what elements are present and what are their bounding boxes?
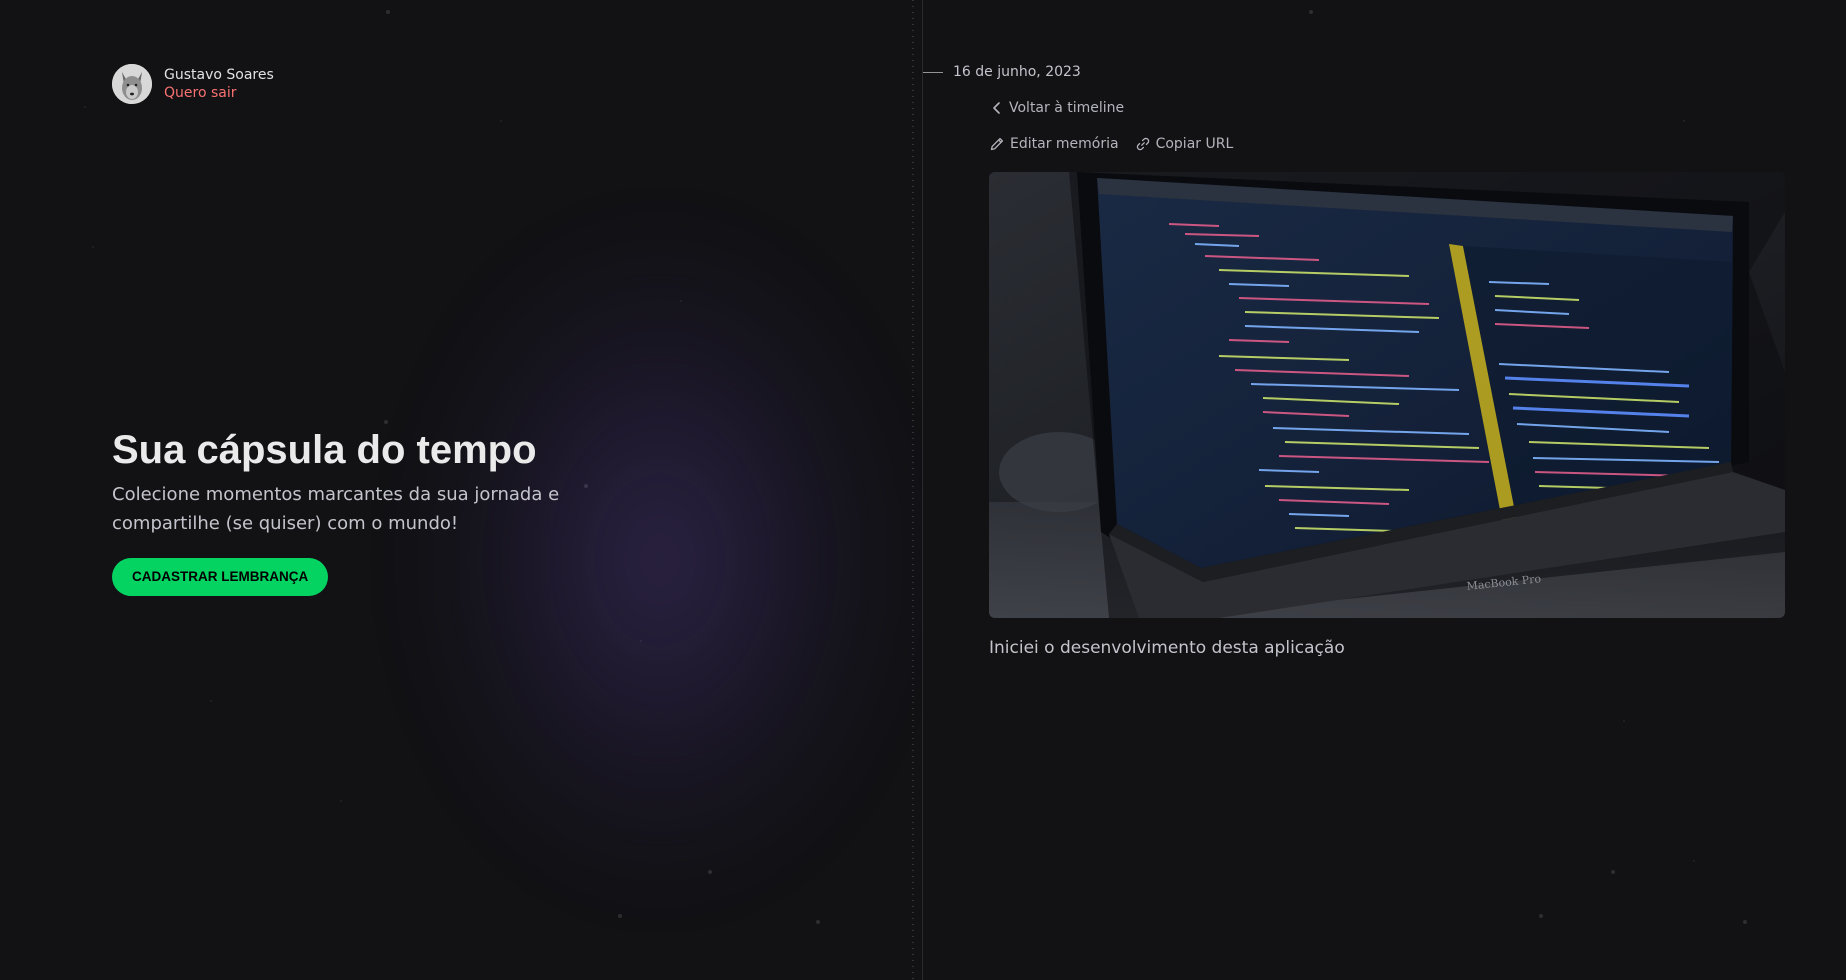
- memory-panel: 16 de junho, 2023 Voltar à timeline Edit…: [923, 0, 1846, 980]
- star: [816, 920, 820, 924]
- back-to-timeline-label: Voltar à timeline: [1009, 100, 1125, 116]
- back-to-timeline-link[interactable]: Voltar à timeline: [989, 100, 1124, 116]
- memory-image: MacBook Pro: [989, 172, 1785, 618]
- star: [340, 800, 342, 802]
- star: [1743, 920, 1747, 924]
- star: [1611, 870, 1615, 874]
- star: [1693, 860, 1695, 862]
- star: [84, 106, 86, 108]
- app-root: Gustavo Soares Quero sair Sua cápsula do…: [0, 0, 1846, 980]
- star: [386, 10, 390, 14]
- star: [584, 484, 588, 488]
- star: [1309, 10, 1313, 14]
- hero-subtitle: Colecione momentos marcantes da sua jorn…: [112, 484, 560, 534]
- star: [680, 300, 682, 302]
- laptop-code-photo: MacBook Pro: [989, 172, 1785, 618]
- logout-link[interactable]: Quero sair: [164, 84, 274, 102]
- wolf-avatar-icon: [112, 64, 152, 104]
- star: [640, 640, 642, 642]
- timeline-marker: [923, 71, 943, 73]
- copy-url-button[interactable]: Copiar URL: [1135, 136, 1234, 152]
- star: [92, 246, 94, 248]
- star: [708, 870, 712, 874]
- hero-title: Sua cápsula do tempo: [112, 428, 537, 472]
- chevron-left-icon: [993, 102, 1000, 114]
- star: [210, 700, 212, 702]
- star: [384, 420, 388, 424]
- star: [1623, 720, 1625, 722]
- memory-caption: Iniciei o desenvolvimento desta aplicaçã…: [989, 638, 1345, 658]
- avatar[interactable]: [112, 64, 152, 104]
- hero-panel: Gustavo Soares Quero sair Sua cápsula do…: [0, 0, 923, 980]
- hero-content: Sua cápsula do tempo Colecione momentos …: [112, 426, 562, 596]
- star: [618, 914, 622, 918]
- memory-date: 16 de junho, 2023: [953, 64, 1081, 80]
- star: [500, 120, 502, 122]
- memory-date-row: 16 de junho, 2023: [923, 64, 1081, 80]
- copy-url-label: Copiar URL: [1155, 136, 1234, 152]
- edit-memory-button[interactable]: Editar memória: [989, 136, 1119, 152]
- user-text: Gustavo Soares Quero sair: [164, 66, 274, 102]
- stripe-divider: [912, 0, 914, 980]
- edit-memory-label: Editar memória: [1010, 136, 1119, 152]
- user-profile: Gustavo Soares Quero sair: [112, 64, 274, 104]
- link-icon: [1136, 137, 1149, 151]
- pencil-icon: [990, 137, 1004, 151]
- memory-actions: Editar memória Copiar URL: [989, 136, 1233, 152]
- star: [1539, 914, 1543, 918]
- star: [1683, 120, 1685, 122]
- user-name: Gustavo Soares: [164, 67, 274, 83]
- register-memory-button[interactable]: CADASTRAR LEMBRANÇA: [112, 558, 329, 596]
